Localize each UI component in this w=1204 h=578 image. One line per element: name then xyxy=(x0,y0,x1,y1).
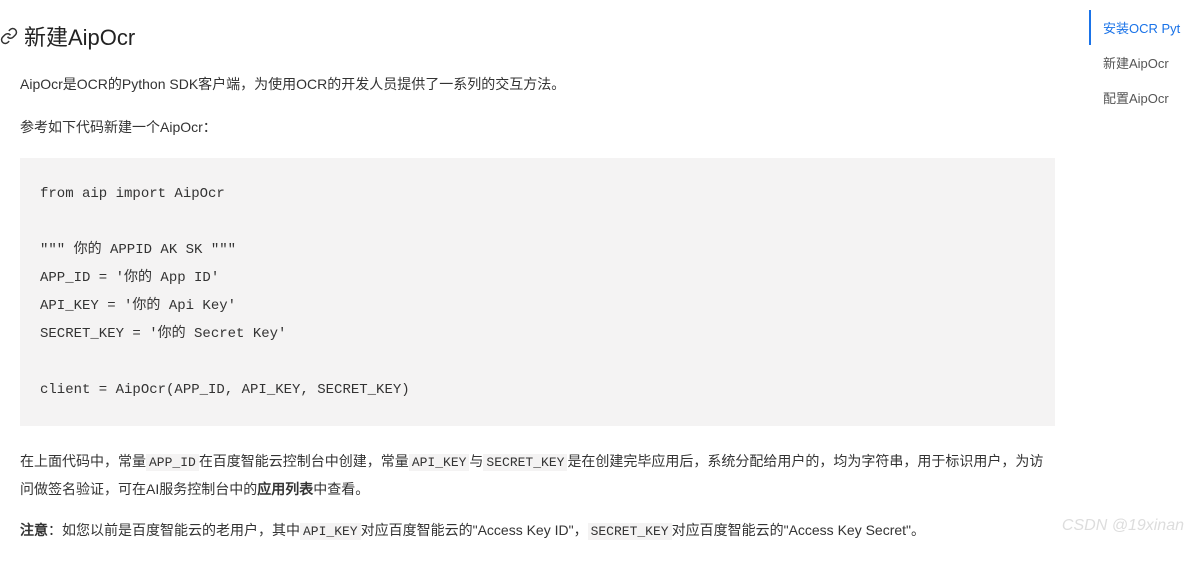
inline-code-secretkey2: SECRET_KEY xyxy=(588,523,672,540)
text: 在上面代码中，常量 xyxy=(20,453,146,469)
sidebar-item-label: 安装OCR Pyt xyxy=(1103,21,1180,36)
main-content: 新建AipOcr AipOcr是OCR的Python SDK客户端，为使用OCR… xyxy=(0,0,1075,578)
inline-code-apikey2: API_KEY xyxy=(300,523,361,540)
text: 在百度智能云控制台中创建，常量 xyxy=(199,453,409,469)
section-header: 新建AipOcr xyxy=(0,20,1055,52)
description-paragraph: 在上面代码中，常量APP_ID在百度智能云控制台中创建，常量API_KEY与SE… xyxy=(20,448,1055,502)
note-paragraph: 注意：如您以前是百度智能云的老用户，其中API_KEY对应百度智能云的"Acce… xyxy=(20,517,1055,545)
inline-code-secretkey: SECRET_KEY xyxy=(483,454,567,471)
link-icon xyxy=(0,27,18,45)
text: 对应百度智能云的"Access Key Secret"。 xyxy=(672,522,925,538)
sidebar-nav: 安装OCR Pyt 新建AipOcr 配置AipOcr xyxy=(1089,10,1204,115)
sidebar-item-label: 配置AipOcr xyxy=(1103,91,1169,106)
sidebar-item-install[interactable]: 安装OCR Pyt xyxy=(1089,10,1204,45)
text: 中查看。 xyxy=(313,481,369,497)
intro-paragraph: AipOcr是OCR的Python SDK客户端，为使用OCR的开发人员提供了一… xyxy=(20,72,1055,97)
bold-app-list: 应用列表 xyxy=(257,481,313,497)
sidebar-item-new-aipocr[interactable]: 新建AipOcr xyxy=(1089,45,1204,80)
watermark: CSDN @19xinan xyxy=(1062,517,1184,535)
inline-code-appid: APP_ID xyxy=(146,454,199,471)
reference-paragraph: 参考如下代码新建一个AipOcr： xyxy=(20,115,1055,140)
inline-code-apikey: API_KEY xyxy=(409,454,470,471)
text: ：如您以前是百度智能云的老用户，其中 xyxy=(48,522,300,538)
text: 与 xyxy=(469,453,483,469)
sidebar-item-config-aipocr[interactable]: 配置AipOcr xyxy=(1089,80,1204,115)
section-title: 新建AipOcr xyxy=(24,20,135,52)
text: 对应百度智能云的"Access Key ID"， xyxy=(361,522,588,538)
note-label: 注意 xyxy=(20,522,48,538)
sidebar-item-label: 新建AipOcr xyxy=(1103,56,1169,71)
code-block: from aip import AipOcr """ 你的 APPID AK S… xyxy=(20,158,1055,426)
